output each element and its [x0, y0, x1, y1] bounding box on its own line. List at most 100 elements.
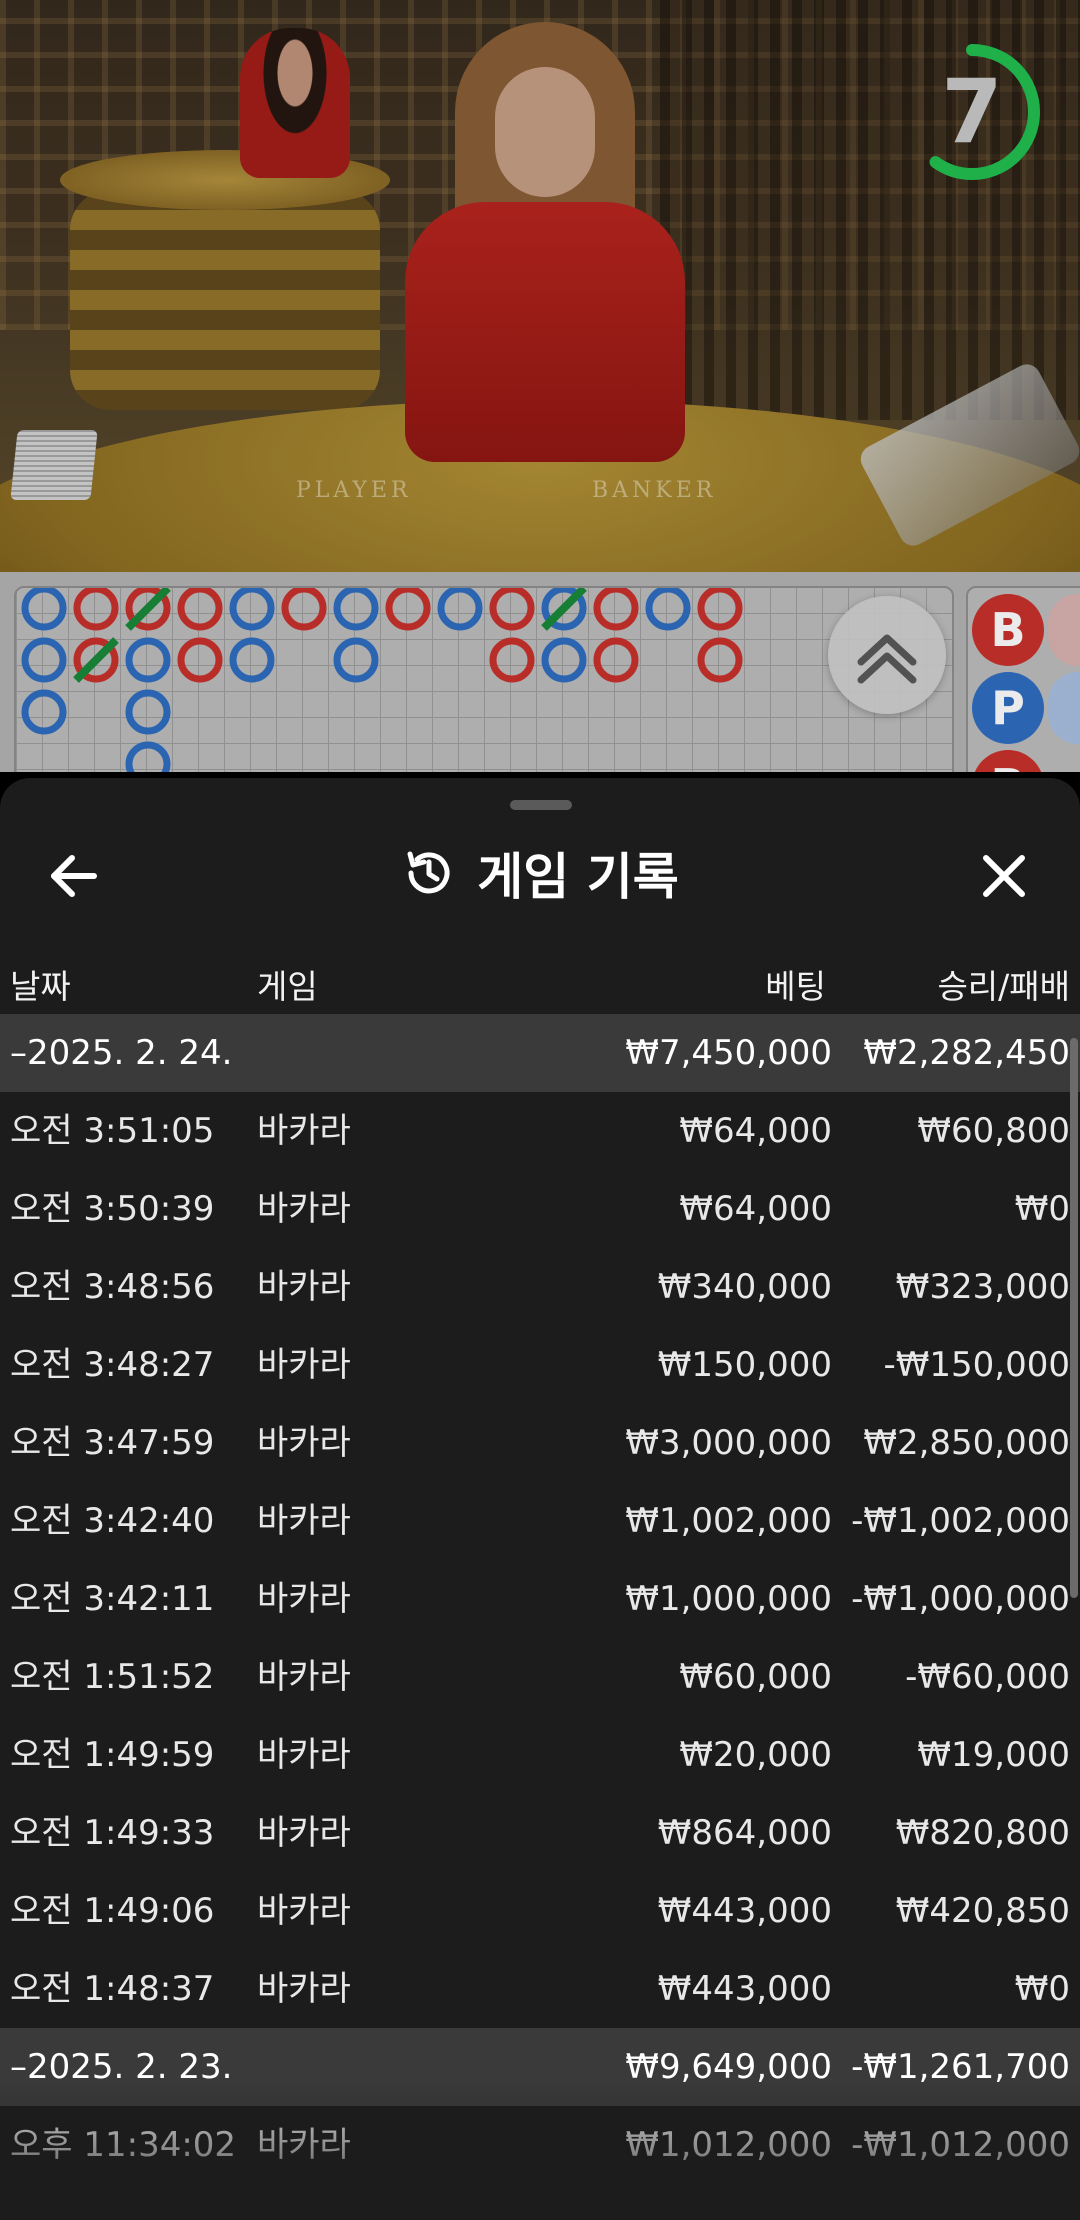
history-icon [407, 851, 450, 894]
banker-bead [281, 588, 327, 631]
close-button[interactable] [966, 838, 1042, 914]
row-bet: ₩64,000 [679, 1111, 832, 1151]
sheet-title: 게임 기록 [477, 848, 679, 906]
row-game: 바카라 [257, 1267, 351, 1307]
row-game: 바카라 [257, 1735, 351, 1775]
history-row[interactable]: 오전 3:48:56 바카라 ₩340,000 ₩323,000 [0, 1248, 1080, 1326]
row-game: 바카라 [257, 1345, 351, 1385]
banker-bead [177, 637, 223, 683]
history-list[interactable]: –2025. 2. 24. ₩7,450,000 ₩2,282,450 오전 3:51… [0, 1014, 1080, 2220]
history-column-headers: 날짜 게임 베팅 승리/패배 [0, 946, 1080, 1016]
row-game: 바카라 [257, 1813, 351, 1853]
row-bet: ₩150,000 [657, 1345, 832, 1385]
player-bead [21, 588, 67, 631]
row-time: 오후 11:34:02 [10, 2125, 237, 2165]
row-time: 오전 3:50:39 [10, 1189, 215, 1229]
row-result: -₩1,000,000 [851, 1579, 1070, 1619]
row-time: 오전 3:42:40 [10, 1501, 215, 1541]
sheet-title-group: 게임 기록 [0, 818, 1080, 928]
sheet-header: 게임 기록 [0, 818, 1080, 928]
sheet-drag-handle[interactable] [510, 800, 572, 810]
history-row[interactable]: 오전 1:51:52 바카라 ₩60,000 -₩60,000 [0, 1638, 1080, 1716]
predict-player-button[interactable]: P [972, 672, 1044, 744]
banker-bead [593, 637, 639, 683]
column-date: 날짜 [10, 967, 71, 1006]
history-scrollbar[interactable] [1070, 1038, 1078, 1598]
history-row[interactable]: 오후 11:34:02 바카라 ₩1,012,000 -₩1,012,000 [0, 2106, 1080, 2184]
chevrons-up-icon [857, 634, 917, 684]
banker-bead [385, 588, 431, 631]
row-bet: ₩3,000,000 [625, 1423, 832, 1463]
row-time: 오전 3:47:59 [10, 1423, 215, 1463]
row-result: ₩420,850 [895, 1891, 1070, 1931]
predict-banker-button[interactable]: B [972, 594, 1044, 666]
row-result: ₩0 [1014, 1189, 1070, 1229]
group-result-total: ₩2,282,450 [863, 1033, 1070, 1073]
history-row[interactable]: 오전 3:42:11 바카라 ₩1,000,000 -₩1,000,000 [0, 1560, 1080, 1638]
row-time: 오전 1:51:52 [10, 1657, 215, 1697]
row-result: ₩2,850,000 [863, 1423, 1070, 1463]
row-game: 바카라 [257, 1969, 351, 2009]
row-time: 오전 3:48:56 [10, 1267, 215, 1307]
row-game: 바카라 [257, 1657, 351, 1697]
row-bet: ₩340,000 [657, 1267, 832, 1307]
row-bet: ₩443,000 [657, 1891, 832, 1931]
row-time: 오전 1:48:37 [10, 1969, 215, 2009]
row-result: -₩150,000 [883, 1345, 1071, 1385]
row-bet: ₩1,012,000 [625, 2125, 832, 2165]
history-row[interactable]: 오전 3:47:59 바카라 ₩3,000,000 ₩2,850,000 [0, 1404, 1080, 1482]
row-result: ₩323,000 [895, 1267, 1070, 1307]
player-bead [437, 588, 483, 631]
row-result: ₩820,800 [895, 1813, 1070, 1853]
player-bead [645, 588, 691, 631]
live-video: PLAYER BANKER 7 [0, 0, 1080, 572]
player-bead [21, 637, 67, 683]
group-bet-total: ₩9,649,000 [625, 2047, 832, 2087]
row-game: 바카라 [257, 1189, 351, 1229]
history-row[interactable]: 오전 1:49:33 바카라 ₩864,000 ₩820,800 [0, 1794, 1080, 1872]
back-button[interactable] [36, 838, 112, 914]
row-result: -₩1,002,000 [851, 1501, 1070, 1541]
player-bead [333, 588, 379, 631]
history-row[interactable]: 오전 3:51:05 바카라 ₩64,000 ₩60,800 [0, 1092, 1080, 1170]
player-bead [125, 741, 171, 772]
row-game: 바카라 [257, 1423, 351, 1463]
player-bead [229, 637, 275, 683]
history-row[interactable]: 오전 3:42:40 바카라 ₩1,002,000 -₩1,002,000 [0, 1482, 1080, 1560]
group-date: –2025. 2. 24. [10, 1033, 233, 1073]
row-bet: ₩20,000 [679, 1735, 832, 1775]
history-row[interactable]: 오전 1:48:37 바카라 ₩443,000 ₩0 [0, 1950, 1080, 2028]
banker-bead [593, 588, 639, 631]
column-game: 게임 [257, 967, 318, 1006]
row-time: 오전 3:48:27 [10, 1345, 215, 1385]
date-group-row[interactable]: –2025. 2. 23. ₩9,649,000 -₩1,261,700 [0, 2028, 1080, 2106]
expand-roadmap-button[interactable] [828, 596, 946, 714]
history-row[interactable]: 오전 1:49:06 바카라 ₩443,000 ₩420,850 [0, 1872, 1080, 1950]
banker-bead [489, 588, 535, 631]
banker-bead [489, 637, 535, 683]
row-game: 바카라 [257, 1111, 351, 1151]
player-bead [229, 588, 275, 631]
history-row[interactable]: 오전 3:50:39 바카라 ₩64,000 ₩0 [0, 1170, 1080, 1248]
player-bead [125, 637, 171, 683]
row-bet: ₩64,000 [679, 1189, 832, 1229]
date-group-row[interactable]: –2025. 2. 24. ₩7,450,000 ₩2,282,450 [0, 1014, 1080, 1092]
row-bet: ₩443,000 [657, 1969, 832, 2009]
bead-road-marks [21, 588, 743, 772]
row-time: 오전 1:49:59 [10, 1735, 215, 1775]
column-bet: 베팅 [765, 967, 826, 1006]
player-bead [21, 689, 67, 735]
countdown-timer: 7 [900, 40, 1044, 184]
player-bead [541, 637, 587, 683]
column-result: 승리/패배 [937, 967, 1070, 1006]
roadmap-panel: B P B [0, 572, 1080, 772]
banker-bead [73, 588, 119, 631]
bead-road[interactable] [14, 586, 954, 772]
row-result: -₩60,000 [905, 1657, 1070, 1697]
group-result-total: -₩1,261,700 [851, 2047, 1070, 2087]
game-history-sheet: 게임 기록 날짜 게임 베팅 승리/패배 –2025. 2. 24. ₩7,450… [0, 778, 1080, 2220]
player-bead [333, 637, 379, 683]
history-row[interactable]: 오전 3:48:27 바카라 ₩150,000 -₩150,000 [0, 1326, 1080, 1404]
history-row[interactable]: 오전 1:49:59 바카라 ₩20,000 ₩19,000 [0, 1716, 1080, 1794]
arrow-left-icon [51, 855, 97, 897]
